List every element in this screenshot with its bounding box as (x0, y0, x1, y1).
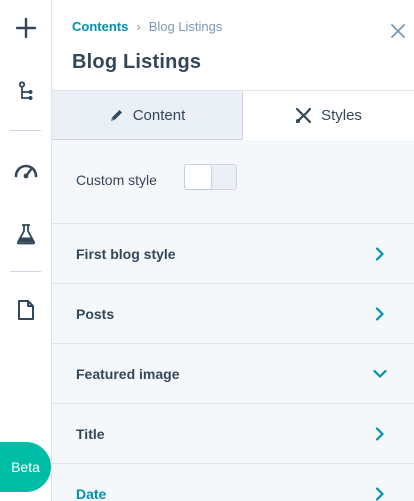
section-label: First blog style (76, 246, 176, 262)
add-button[interactable] (0, 8, 52, 48)
tab-content[interactable]: Content (52, 91, 243, 140)
page-title: Blog Listings (72, 51, 202, 73)
scissors-icon (295, 107, 312, 124)
tree-icon (18, 81, 33, 100)
section-featured-image[interactable]: Featured image (52, 344, 414, 404)
left-rail: Beta (0, 0, 52, 501)
beta-button[interactable]: Beta (0, 442, 51, 492)
toggle-knob (185, 165, 212, 189)
chevron-right-icon (372, 426, 388, 442)
gauge-icon (14, 164, 38, 179)
rail-divider (10, 271, 41, 272)
chevron-right-icon (372, 306, 388, 322)
section-label: Title (76, 426, 105, 442)
tab-content-label: Content (132, 106, 186, 124)
pencil-icon (110, 109, 122, 121)
custom-style-row: Custom style (52, 140, 414, 224)
breadcrumb-contents-link[interactable]: Contents (72, 19, 128, 34)
tab-styles[interactable]: Styles (243, 91, 414, 140)
section-label: Posts (76, 306, 115, 322)
chevron-down-icon (372, 366, 388, 382)
page-settings-button[interactable] (0, 290, 52, 330)
document-icon (18, 300, 34, 320)
custom-style-toggle[interactable] (184, 164, 237, 190)
breadcrumb-separator: › (136, 19, 141, 34)
section-label: Featured image (76, 366, 180, 382)
close-button[interactable] (389, 22, 407, 40)
section-first-blog-style[interactable]: First blog style (52, 224, 414, 284)
section-posts[interactable]: Posts (52, 284, 414, 344)
chevron-right-icon (372, 246, 388, 262)
beta-label: Beta (11, 459, 40, 475)
rail-divider (10, 130, 41, 131)
section-label: Date (76, 486, 107, 501)
styles-panel: Custom style First blog style Posts Feat… (52, 140, 414, 501)
close-icon (391, 24, 405, 38)
flask-icon (16, 224, 36, 245)
tab-styles-label: Styles (321, 107, 362, 124)
plus-icon (15, 17, 37, 39)
section-date[interactable]: Date (52, 464, 414, 501)
structure-button[interactable] (0, 72, 52, 112)
optimize-button[interactable] (0, 150, 52, 190)
test-button[interactable] (0, 214, 52, 254)
section-title[interactable]: Title (52, 404, 414, 464)
breadcrumb: Contents › Blog Listings (72, 19, 222, 34)
breadcrumb-current: Blog Listings (148, 19, 223, 34)
chevron-right-icon (372, 486, 388, 501)
tab-bar: Content Styles (52, 91, 414, 140)
panel-header: Contents › Blog Listings Blog Listings (52, 0, 414, 91)
custom-style-label: Custom style (76, 172, 157, 188)
